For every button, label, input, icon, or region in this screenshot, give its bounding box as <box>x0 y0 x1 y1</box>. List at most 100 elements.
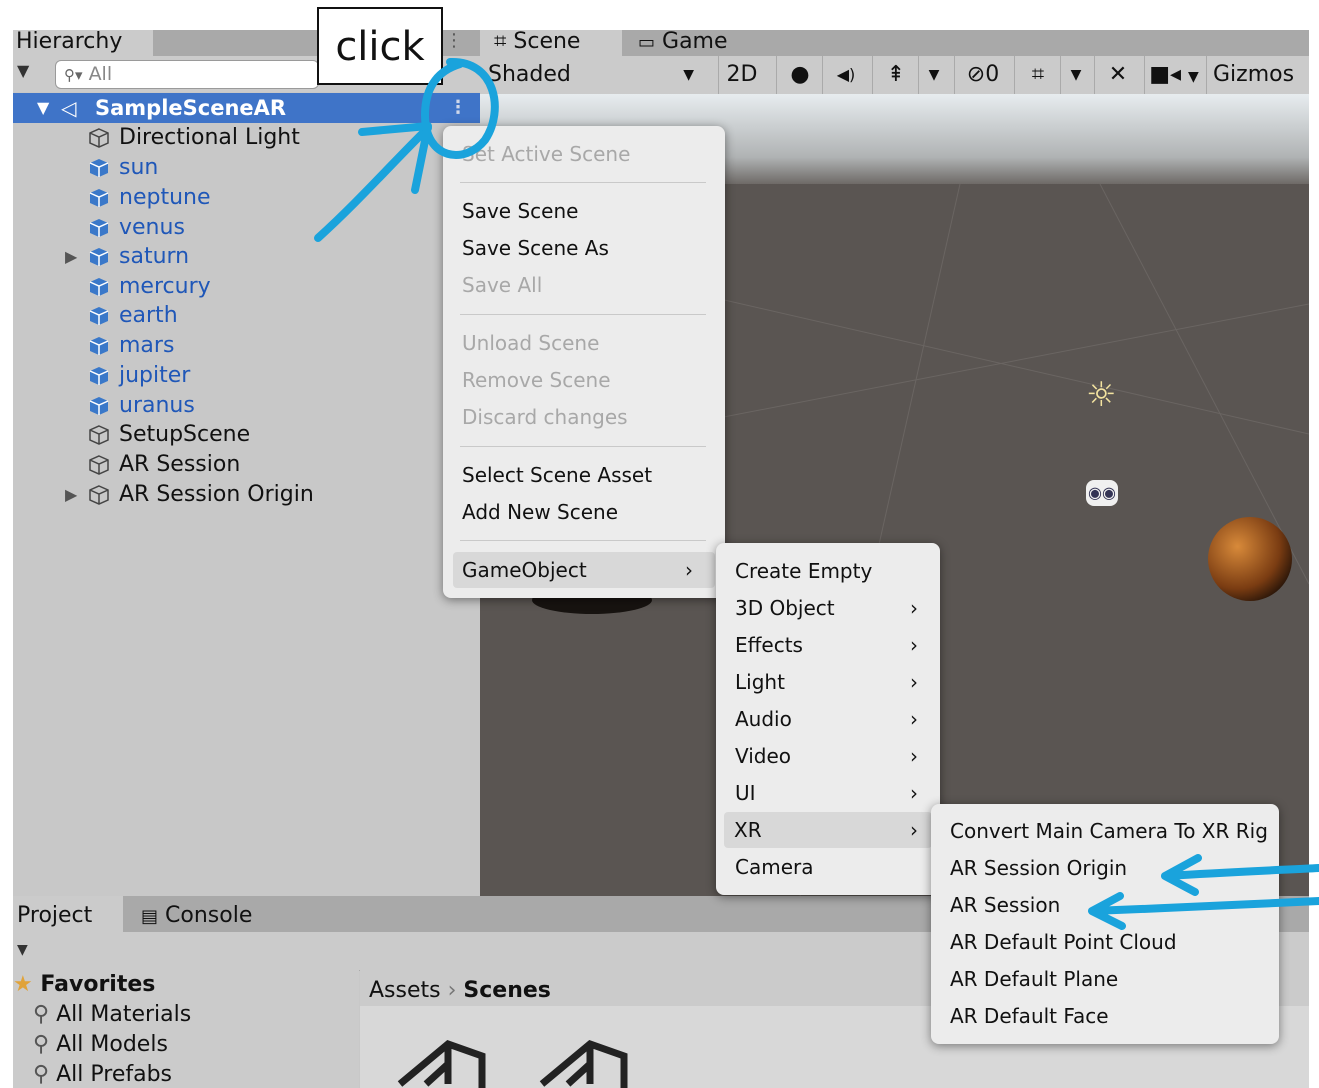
hierarchy-search-input[interactable]: ⚲▾ All <box>55 60 319 89</box>
scene-visibility-toggle[interactable]: ⊘0 <box>954 56 1011 94</box>
favorite-item[interactable]: ⚲ All Prefabs <box>33 1062 172 1087</box>
menu-divider <box>460 314 706 315</box>
hierarchy-kebab-icon[interactable]: ⋮ <box>445 30 463 51</box>
tools-toggle-icon[interactable]: ✕ <box>1094 56 1141 94</box>
toggle-2d-button[interactable]: 2D <box>718 56 765 94</box>
breadcrumb-assets[interactable]: Assets <box>369 978 441 1003</box>
gizmos-button[interactable]: Gizmos <box>1206 56 1309 94</box>
grid-dropdown-icon[interactable]: ▼ <box>1060 56 1091 94</box>
menu-item-gameobject[interactable]: GameObject › <box>453 552 715 588</box>
menu-item-convert-camera-xr-rig[interactable]: Convert Main Camera To XR Rig <box>931 813 1279 849</box>
tree-item-neptune[interactable]: neptune <box>13 183 480 213</box>
tree-item-venus[interactable]: venus <box>13 213 480 243</box>
tree-item-saturn[interactable]: ▶ saturn <box>13 242 480 272</box>
scene-fold-icon[interactable]: ▼ <box>37 93 49 123</box>
sun-light-icon[interactable]: ☼ <box>1086 375 1116 415</box>
menu-item-save-scene-as[interactable]: Save Scene As <box>443 230 725 266</box>
search-icon: ⚲▾ <box>64 66 83 84</box>
audio-toggle-icon[interactable]: ◀) <box>822 56 869 94</box>
tab-scene[interactable]: ⌗ Scene <box>480 30 622 56</box>
menu-item-ui[interactable]: UI › <box>716 775 940 811</box>
shading-mode-dropdown[interactable]: Shaded ▼ <box>480 56 706 94</box>
menu-item-label: UI <box>735 781 756 805</box>
tree-item-uranus[interactable]: uranus <box>13 391 480 421</box>
planet-sphere[interactable] <box>1208 517 1292 601</box>
menu-item-select-scene-asset[interactable]: Select Scene Asset <box>443 457 725 493</box>
tree-item-sun[interactable]: sun <box>13 153 480 183</box>
menu-item-effects[interactable]: Effects › <box>716 627 940 663</box>
breadcrumb-scenes[interactable]: Scenes <box>463 978 550 1003</box>
menu-item-save-all[interactable]: Save All <box>443 267 725 303</box>
tree-item-directional-light[interactable]: Directional Light <box>13 123 480 153</box>
menu-item-unload-scene[interactable]: Unload Scene <box>443 325 725 361</box>
menu-item-ar-default-face[interactable]: AR Default Face <box>931 998 1279 1034</box>
menu-divider <box>460 540 706 541</box>
menu-item-save-scene[interactable]: Save Scene <box>443 193 725 229</box>
gameobject-icon <box>89 425 109 445</box>
menu-item-ar-default-point-cloud[interactable]: AR Default Point Cloud <box>931 924 1279 960</box>
tab-scene-label: Scene <box>513 29 581 54</box>
menu-item-add-new-scene[interactable]: Add New Scene <box>443 494 725 530</box>
camera-settings-icon[interactable]: ■◂ ▼ <box>1144 56 1203 94</box>
menu-item-audio[interactable]: Audio › <box>716 701 940 737</box>
favorites-tree: ★ Favorites ⚲ All Materials ⚲ All Models… <box>13 970 359 1088</box>
chevron-right-icon: › <box>910 633 918 657</box>
create-dropdown-icon[interactable]: ▼ <box>17 61 29 80</box>
tree-item-label: earth <box>119 303 178 328</box>
menu-item-create-empty[interactable]: Create Empty <box>716 553 940 589</box>
dropdown-arrow-icon: ▼ <box>683 67 694 83</box>
expand-arrow-icon[interactable]: ▶ <box>65 242 77 272</box>
tree-item-setupscene[interactable]: SetupScene <box>13 420 480 450</box>
chevron-right-icon: › <box>910 596 918 620</box>
menu-item-ar-default-plane[interactable]: AR Default Plane <box>931 961 1279 997</box>
menu-item-camera[interactable]: Camera <box>716 849 940 885</box>
expand-arrow-icon[interactable]: ▶ <box>65 480 77 510</box>
tab-game-label: Game <box>662 29 728 54</box>
effects-dropdown-icon[interactable]: ▼ <box>918 56 949 94</box>
camera-gizmo-icon[interactable]: ◉◉ <box>1086 480 1118 506</box>
menu-item-label: Video <box>735 744 792 768</box>
favorites-header[interactable]: ★ Favorites <box>13 972 155 997</box>
hidden-count: 0 <box>985 62 1000 87</box>
scene-kebab-icon[interactable]: ⋮ <box>449 93 467 123</box>
tree-item-ar-session-origin[interactable]: ▶ AR Session Origin <box>13 480 480 510</box>
menu-item-set-active-scene[interactable]: Set Active Scene <box>443 136 725 172</box>
tab-game[interactable]: ▭ Game <box>638 30 728 55</box>
menu-item-remove-scene[interactable]: Remove Scene <box>443 362 725 398</box>
menu-item-ar-session[interactable]: AR Session <box>931 887 1279 923</box>
favorite-label: All Materials <box>56 1002 192 1027</box>
breadcrumb-separator-icon: › <box>447 978 464 1003</box>
tab-hierarchy[interactable]: Hierarchy <box>13 30 153 56</box>
scene-root-row[interactable]: ▼ ◁ SampleSceneAR ⋮ <box>13 93 480 123</box>
tab-project[interactable]: Project <box>13 896 123 932</box>
effects-toggle-icon[interactable]: ⇞ <box>872 56 919 94</box>
create-dropdown-icon[interactable]: ▼ <box>17 942 28 958</box>
tab-console[interactable]: ▤ Console <box>141 896 252 937</box>
tree-item-label: jupiter <box>119 363 191 388</box>
scene-context-menu: Set Active Scene Save Scene Save Scene A… <box>443 126 725 598</box>
tree-item-mars[interactable]: mars <box>13 331 480 361</box>
grid-snap-icon[interactable]: ⌗ <box>1014 56 1061 94</box>
menu-item-light[interactable]: Light › <box>716 664 940 700</box>
tree-item-jupiter[interactable]: jupiter <box>13 361 480 391</box>
menu-item-video[interactable]: Video › <box>716 738 940 774</box>
tree-item-mercury[interactable]: mercury <box>13 272 480 302</box>
unity-scene-asset-icon[interactable] <box>396 1040 496 1088</box>
favorite-item[interactable]: ⚲ All Materials <box>33 1002 191 1027</box>
menu-divider <box>460 446 706 447</box>
menu-item-3d-object[interactable]: 3D Object › <box>716 590 940 626</box>
lighting-toggle-icon[interactable]: ● <box>776 56 823 94</box>
menu-item-label: 3D Object <box>735 596 835 620</box>
tree-item-label: sun <box>119 155 159 180</box>
search-icon: ⚲ <box>33 1032 50 1057</box>
xr-submenu: Convert Main Camera To XR Rig AR Session… <box>931 804 1279 1044</box>
menu-item-discard-changes[interactable]: Discard changes <box>443 399 725 435</box>
tree-item-earth[interactable]: earth <box>13 301 480 331</box>
prefab-icon <box>89 367 109 385</box>
tree-item-ar-session[interactable]: AR Session <box>13 450 480 480</box>
unity-scene-asset-icon[interactable] <box>538 1040 638 1088</box>
menu-item-xr[interactable]: XR › <box>724 812 932 848</box>
scene-name: SampleSceneAR <box>95 96 287 120</box>
menu-item-ar-session-origin[interactable]: AR Session Origin <box>931 850 1279 886</box>
favorite-item[interactable]: ⚲ All Models <box>33 1032 168 1057</box>
